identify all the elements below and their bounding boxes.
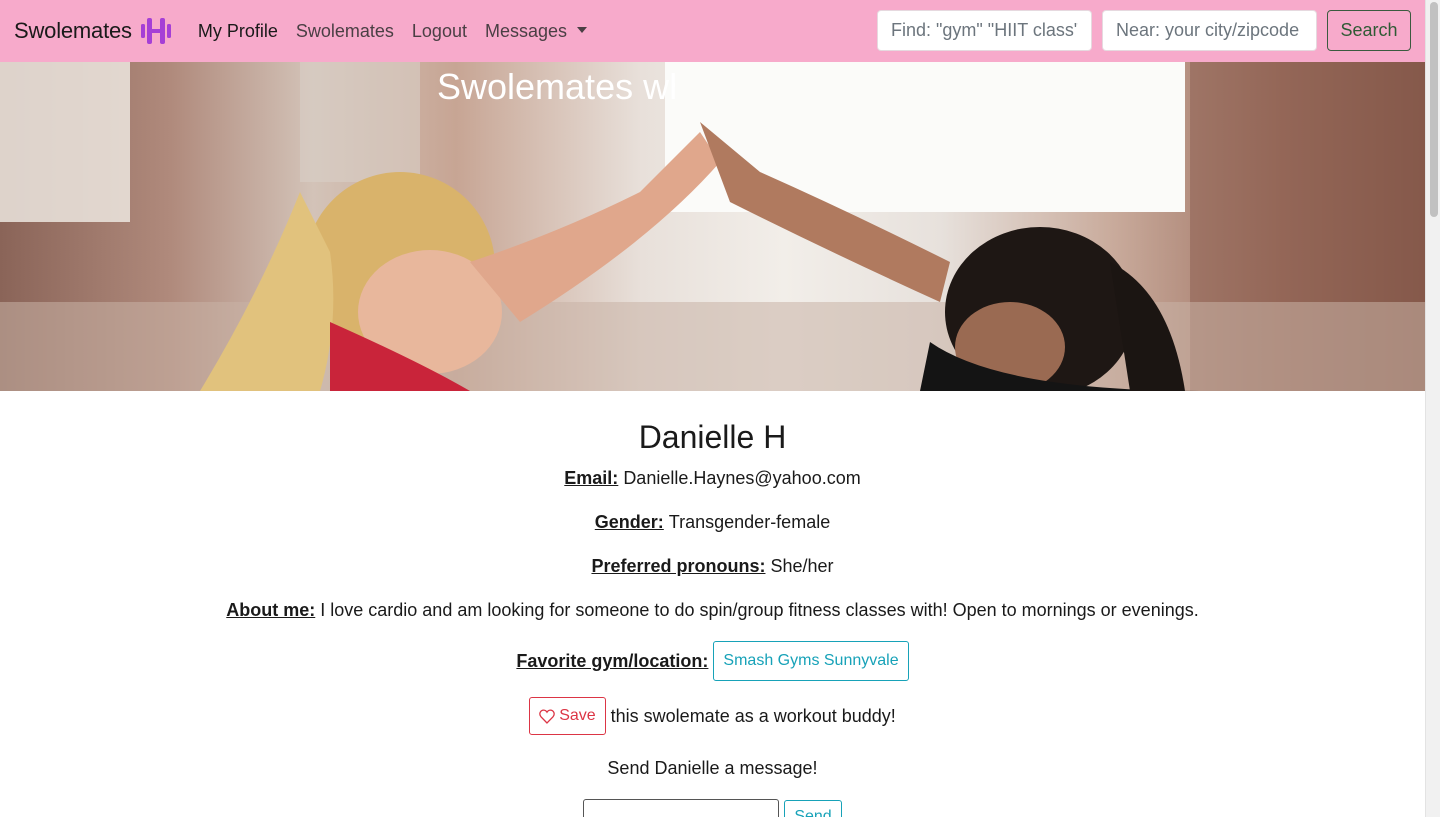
pronouns-label: Preferred pronouns:	[591, 556, 766, 576]
nav-links: My Profile Swolemates Logout Messages	[198, 21, 605, 42]
hero-title: Swolemates wh	[437, 66, 675, 107]
gender-value: Transgender-female	[668, 512, 831, 532]
near-input[interactable]	[1102, 10, 1317, 51]
about-label: About me:	[226, 600, 316, 620]
vertical-scrollbar[interactable]	[1425, 0, 1440, 817]
brand[interactable]: Swolemates	[14, 16, 172, 46]
brand-name[interactable]: Swolemates	[14, 18, 132, 44]
email-value: Danielle.Haynes@yahoo.com	[623, 468, 861, 488]
message-form: Send	[0, 799, 1425, 817]
gender-row: Gender: Transgender-female	[0, 511, 1425, 533]
nav-my-profile[interactable]: My Profile	[198, 21, 278, 42]
gym-label: Favorite gym/location:	[516, 651, 709, 671]
top-navbar: Swolemates My Profile Swolemates Logout …	[0, 0, 1425, 62]
message-input[interactable]	[583, 799, 780, 817]
send-message-prompt: Send Danielle a message!	[607, 758, 818, 778]
save-description: this swolemate as a workout buddy!	[610, 706, 896, 726]
search-button[interactable]: Search	[1327, 10, 1411, 51]
profile-page: Swolemates My Profile Swolemates Logout …	[0, 0, 1425, 817]
nav-messages-label: Messages	[484, 20, 568, 41]
save-row: Save this swolemate as a workout buddy!	[0, 697, 1425, 735]
profile-name: Danielle H	[638, 419, 787, 455]
send-button[interactable]: Send	[784, 800, 842, 817]
gender-label: Gender:	[594, 512, 664, 532]
favorite-gym-button[interactable]: Smash Gyms Sunnyvale	[713, 641, 909, 681]
gym-row: Favorite gym/location: Smash Gyms Sunnyv…	[0, 641, 1425, 681]
nav-logout[interactable]: Logout	[412, 21, 467, 42]
caret-down-icon	[577, 26, 588, 33]
email-row: Email: Danielle.Haynes@yahoo.com	[0, 467, 1425, 489]
about-value: I love cardio and am looking for someone…	[320, 600, 1199, 620]
pronouns-value: She/her	[770, 556, 834, 576]
heart-icon	[539, 708, 555, 724]
hero-image	[0, 62, 1425, 391]
find-input[interactable]	[877, 10, 1092, 51]
profile-section: Danielle H Email: Danielle.Haynes@yahoo.c…	[0, 391, 1425, 817]
nav-messages-dropdown[interactable]: Messages	[484, 20, 588, 42]
scrollbar-thumb[interactable]	[1430, 2, 1438, 217]
nav-swolemates[interactable]: Swolemates	[296, 21, 394, 42]
nav-search-form: Search	[877, 10, 1411, 51]
email-label: Email:	[564, 468, 619, 488]
pronouns-row: Preferred pronouns: She/her	[0, 555, 1425, 577]
dumbbell-icon	[140, 18, 171, 44]
save-button[interactable]: Save	[529, 697, 606, 735]
about-row: About me: I love cardio and am looking fo…	[0, 599, 1425, 621]
save-label: Save	[559, 707, 596, 724]
hero-banner: Swolemates wh	[0, 62, 1425, 391]
